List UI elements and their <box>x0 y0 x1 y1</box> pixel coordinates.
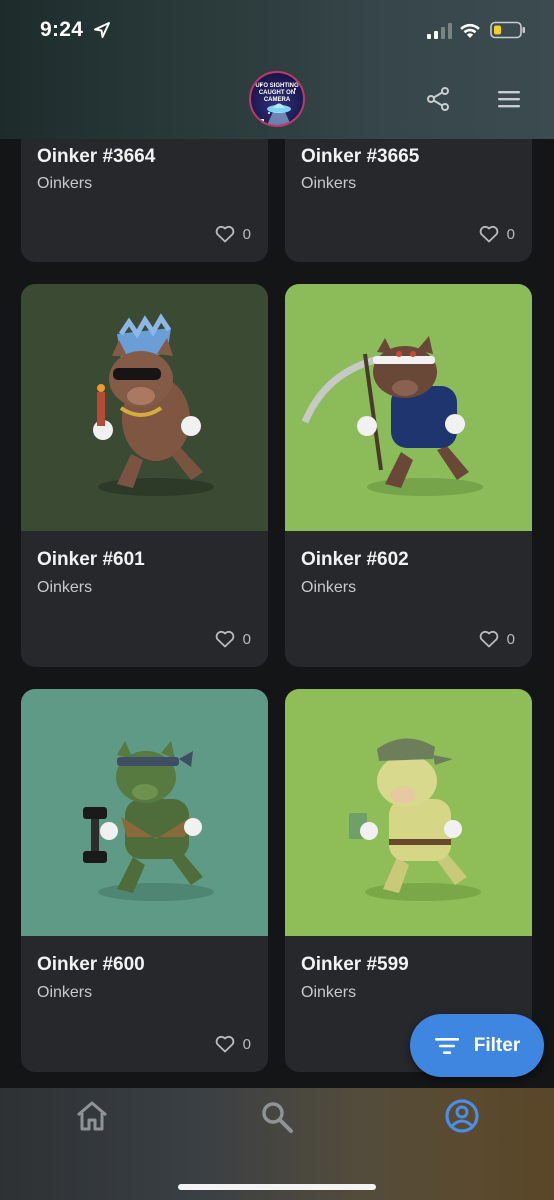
app-screen: 9:24 UFO SIGHTING CAUGHT ON CAMERA Oinke… <box>0 0 554 1200</box>
hamburger-menu-icon[interactable] <box>497 89 521 109</box>
location-arrow-icon <box>94 22 110 38</box>
card-title: Oinker #600 <box>37 954 145 975</box>
card-collection: Oinkers <box>301 984 357 1001</box>
search-icon[interactable] <box>260 1100 294 1134</box>
home-icon[interactable] <box>75 1100 109 1132</box>
nft-image <box>285 689 532 936</box>
like-control[interactable]: 0 <box>479 630 515 648</box>
wifi-icon <box>460 23 480 38</box>
nft-image <box>21 689 268 936</box>
heart-icon <box>215 630 234 648</box>
profile-icon[interactable] <box>444 1098 480 1134</box>
collection-logo[interactable]: UFO SIGHTING CAUGHT ON CAMERA <box>249 71 305 127</box>
nft-card[interactable]: Oinker #602 Oinkers 0 <box>285 284 532 667</box>
card-collection: Oinkers <box>37 175 93 192</box>
top-header: 9:24 UFO SIGHTING CAUGHT ON CAMERA <box>0 0 554 139</box>
share-icon[interactable] <box>425 86 451 112</box>
nft-image <box>21 284 268 531</box>
heart-icon <box>215 1035 234 1053</box>
battery-low-icon <box>490 21 525 39</box>
card-collection: Oinkers <box>301 175 357 192</box>
like-count: 0 <box>242 1035 251 1053</box>
like-control[interactable]: 0 <box>215 1035 251 1053</box>
card-title: Oinker #3664 <box>37 146 156 167</box>
like-control[interactable]: 0 <box>215 225 251 243</box>
card-title: Oinker #3665 <box>301 146 420 167</box>
nft-card[interactable]: Oinker #601 Oinkers 0 <box>21 284 268 667</box>
card-title: Oinker #599 <box>301 954 409 975</box>
logo-text: UFO SIGHTING CAUGHT ON CAMERA <box>255 83 299 103</box>
filter-lines-icon <box>434 1037 459 1054</box>
heart-icon <box>479 630 498 648</box>
nft-image <box>285 284 532 531</box>
cellular-signal-icon <box>427 23 452 39</box>
card-collection: Oinkers <box>37 579 93 596</box>
like-count: 0 <box>506 225 515 243</box>
like-control[interactable]: 0 <box>479 225 515 243</box>
card-collection: Oinkers <box>301 579 357 596</box>
bottom-navigation <box>0 1088 554 1200</box>
card-collection: Oinkers <box>37 984 93 1001</box>
nft-card[interactable]: Oinker #600 Oinkers 0 <box>21 689 268 1072</box>
like-control[interactable]: 0 <box>215 630 251 648</box>
card-title: Oinker #602 <box>301 549 409 570</box>
filter-label: Filter <box>473 1034 521 1056</box>
status-time: 9:24 <box>40 18 84 41</box>
like-count: 0 <box>506 630 515 648</box>
like-count: 0 <box>242 225 251 243</box>
like-count: 0 <box>242 630 251 648</box>
home-indicator[interactable] <box>178 1184 376 1190</box>
heart-icon <box>479 225 498 243</box>
filter-button[interactable]: Filter <box>410 1014 544 1077</box>
card-title: Oinker #601 <box>37 549 145 570</box>
heart-icon <box>215 225 234 243</box>
